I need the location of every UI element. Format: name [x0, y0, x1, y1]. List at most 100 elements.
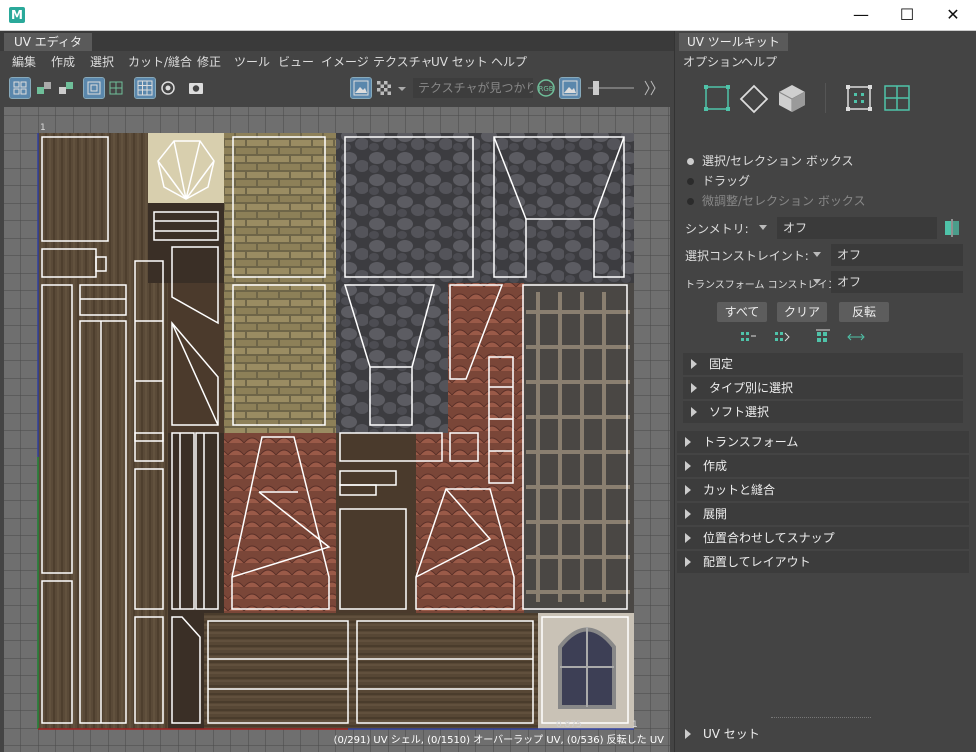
expand-arrow-icon [685, 461, 691, 471]
uv-texture-canvas[interactable]: 1 1 0.875 [4, 107, 670, 752]
grid-label-coord: 0.875 [556, 720, 582, 730]
expand-arrow-icon [685, 509, 691, 519]
radio-label: 微調整/セレクション ボックス [702, 194, 866, 208]
section-cut-and-sew[interactable]: カットと縫合 [677, 479, 969, 501]
uv-viewport[interactable]: 1 1 0.875 (0/291) UV シェル, (0/1510) オーバーラ… [4, 107, 670, 752]
menu-view[interactable]: ビュー [278, 53, 314, 70]
uv-shell-select-icon[interactable] [845, 84, 873, 112]
select-all-button[interactable]: すべて [717, 302, 767, 322]
image-ratio-icon[interactable] [559, 77, 581, 99]
close-button[interactable]: ✕ [930, 0, 976, 31]
section-unfold[interactable]: 展開 [677, 503, 969, 525]
select-shell-border-icon[interactable] [815, 329, 833, 345]
pivot-icon[interactable] [158, 78, 178, 98]
unstack-shells-icon[interactable] [56, 78, 76, 98]
display-image-icon[interactable] [350, 77, 372, 99]
section-select-by-type[interactable]: タイプ別に選択 [683, 377, 963, 399]
symmetry-value[interactable]: オフ [777, 217, 937, 239]
expand-arrow-icon [691, 383, 697, 393]
selection-constraint-dropdown-icon[interactable] [813, 252, 821, 257]
checker-dropdown-icon[interactable] [396, 78, 408, 98]
shrink-selection-icon[interactable] [773, 329, 791, 345]
radio-tweak-select-box[interactable]: 微調整/セレクション ボックス [687, 192, 866, 209]
edge-select-icon[interactable] [739, 84, 769, 114]
symmetry-icon[interactable] [941, 217, 963, 239]
transform-constraint-label: トランスフォーム コンストレイント: [685, 280, 851, 291]
toolbar-overflow-icon[interactable] [640, 78, 658, 98]
menu-edit[interactable]: 編集 [12, 53, 36, 70]
radio-dot-icon [687, 198, 694, 205]
invert-button[interactable]: 反転 [839, 302, 889, 322]
expand-arrow-icon [685, 729, 691, 739]
symmetry-label: シンメトリ: [685, 222, 749, 236]
toolkit-menu-options[interactable]: オプション [683, 53, 743, 70]
uv-toolkit-tab[interactable]: UV ツールキット [679, 33, 788, 51]
expand-arrow-icon [685, 557, 691, 567]
section-title: タイプ別に選択 [709, 381, 794, 395]
section-uv-sets[interactable]: UV セット [677, 723, 969, 745]
menu-modify[interactable]: 修正 [197, 53, 221, 70]
uv-shell-icon[interactable] [9, 77, 31, 99]
menu-textures[interactable]: テクスチャ [373, 53, 433, 70]
menu-uv-sets[interactable]: UV セット [431, 53, 488, 70]
selection-constraint-value[interactable]: オフ [831, 244, 963, 266]
menu-image[interactable]: イメージ [321, 53, 369, 70]
radio-select-box[interactable]: 選択/セレクション ボックス [687, 152, 854, 169]
uv-editor-tab[interactable]: UV エディタ [4, 33, 92, 51]
grid-toggle-icon[interactable] [134, 77, 156, 99]
vertex-select-icon[interactable] [703, 84, 731, 112]
uv-editor-toolbar: テクスチャが見つかり… RGB [0, 73, 674, 103]
section-title: 配置してレイアウト [703, 555, 811, 569]
uv-border-icon[interactable] [83, 77, 105, 99]
transform-constraint-dropdown-icon[interactable] [813, 279, 821, 284]
menu-create[interactable]: 作成 [51, 53, 75, 70]
symmetry-row: シンメトリ: オフ [685, 217, 973, 239]
section-title: トランスフォーム [703, 435, 799, 449]
grow-selection-icon[interactable] [739, 329, 757, 345]
select-shell-icon[interactable] [847, 329, 865, 345]
stack-shells-icon[interactable] [34, 78, 54, 98]
section-title: カットと縫合 [703, 483, 776, 497]
selection-constraint-label: 選択コンストレイント: [685, 249, 809, 263]
checker-tiles-icon[interactable] [374, 78, 394, 98]
radio-drag[interactable]: ドラッグ [687, 172, 750, 189]
toolbar-divider [825, 83, 826, 113]
minimize-button[interactable]: — [838, 0, 884, 31]
symmetry-dropdown-icon[interactable] [759, 225, 767, 230]
exposure-slider-handle[interactable] [593, 81, 599, 95]
section-title: 作成 [703, 459, 728, 473]
toolkit-menu-help[interactable]: ヘルプ [741, 53, 777, 70]
uv-editor-menubar: 編集 作成 選択 カット/縫合 修正 ツール ビュー イメージ テクスチャ UV… [0, 51, 674, 71]
section-title: 展開 [703, 507, 728, 521]
title-bar: M — ☐ ✕ [0, 0, 976, 31]
radio-label: ドラッグ [702, 174, 751, 188]
grid-uv-icon[interactable] [106, 78, 126, 98]
menu-cut-sew[interactable]: カット/縫合 [128, 53, 192, 70]
section-soft-select[interactable]: ソフト選択 [683, 401, 963, 423]
menu-help[interactable]: ヘルプ [491, 53, 527, 70]
transform-constraint-value[interactable]: オフ [831, 271, 963, 293]
section-arrange-and-layout[interactable]: 配置してレイアウト [677, 551, 969, 573]
radio-dot-icon [687, 178, 694, 185]
selection-constraint-row: 選択コンストレイント: オフ [685, 244, 973, 266]
section-pin[interactable]: 固定 [683, 353, 963, 375]
menu-tools[interactable]: ツール [234, 53, 270, 70]
rgb-channels-icon[interactable]: RGB [536, 78, 556, 98]
expand-arrow-icon [691, 359, 697, 369]
section-title: ソフト選択 [709, 405, 770, 419]
section-align-and-snap[interactable]: 位置合わせしてスナップ [677, 527, 969, 549]
section-transform[interactable]: トランスフォーム [677, 431, 969, 453]
uv-editor-tab-row: UV エディタ [0, 31, 674, 51]
panel-splitter[interactable] [771, 717, 871, 718]
grid-label-bottom-right: 1 [632, 720, 638, 730]
section-create[interactable]: 作成 [677, 455, 969, 477]
clear-button[interactable]: クリア [777, 302, 827, 322]
snapshot-camera-icon[interactable] [186, 78, 206, 98]
face-select-icon[interactable] [777, 83, 807, 113]
texture-search-field[interactable]: テクスチャが見つかり… [413, 78, 533, 98]
section-title: 固定 [709, 357, 734, 371]
radio-label: 選択/セレクション ボックス [702, 154, 854, 168]
uv-select-icon[interactable] [883, 84, 911, 112]
menu-select[interactable]: 選択 [90, 53, 114, 70]
maximize-button[interactable]: ☐ [884, 0, 930, 31]
